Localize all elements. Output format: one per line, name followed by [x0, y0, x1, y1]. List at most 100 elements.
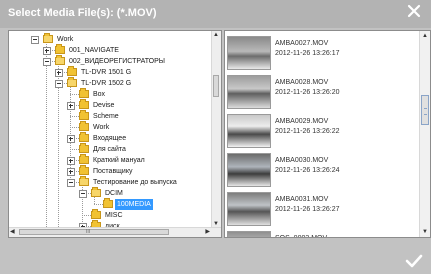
tree-item[interactable]: 002_ВИДЕОРЕГИСТРАТОРЫ — [9, 55, 209, 67]
folder-icon — [79, 132, 89, 142]
select-media-dialog: Select Media File(s): (*.MOV) Work 001_NA… — [0, 0, 431, 274]
expand-icon[interactable] — [67, 168, 75, 176]
file-date: 2012-11-26 13:26:22 — [275, 128, 340, 135]
tree-item-label: Тестирование до выпуска — [93, 179, 177, 186]
media-file-item[interactable]: AMBA0030.MOV 2012-11-26 13:26:24 — [227, 151, 407, 191]
video-thumbnail — [227, 231, 271, 237]
tree-item-label: 001_NAVIGATE — [69, 47, 119, 54]
file-date: 2012-11-26 13:26:20 — [275, 89, 340, 96]
video-thumbnail — [227, 192, 271, 226]
tree-item-label: Входящее — [93, 135, 127, 142]
media-file-item[interactable]: AMBA0031.MOV 2012-11-26 13:26:27 — [227, 190, 407, 230]
video-thumbnail — [227, 153, 271, 187]
folder-icon — [103, 198, 113, 208]
tree-item-label: Поставщику — [93, 168, 133, 175]
tree-item[interactable]: Box — [9, 88, 209, 100]
folder-icon — [91, 209, 101, 219]
tree-guide-line — [58, 237, 67, 238]
dialog-title: Select Media File(s): (*.MOV) — [8, 7, 157, 19]
tree-horizontal-scrollbar[interactable]: ◀ III ▶ — [9, 227, 221, 237]
folder-icon — [79, 154, 89, 164]
media-file-list[interactable]: AMBA0027.MOV 2012-11-26 13:26:17 AMBA0028.… — [224, 30, 431, 238]
expand-icon[interactable] — [67, 135, 75, 143]
tree-item-label: Краткий мануал — [93, 157, 145, 164]
scroll-up-arrow-icon[interactable]: ▲ — [213, 32, 219, 38]
tree-item[interactable]: Scheme — [9, 110, 209, 122]
folder-icon — [55, 55, 65, 65]
folder-icon — [79, 165, 89, 175]
tree-vertical-scroll-thumb[interactable] — [213, 75, 219, 97]
folder-tree[interactable]: Work 001_NAVIGATE 002_ВИДЕОРЕГИСТРАТОРЫ TL-… — [8, 30, 222, 238]
expand-icon[interactable] — [67, 157, 75, 165]
scroll-grip-label: III — [86, 229, 91, 235]
media-file-item[interactable]: AMBA0029.MOV 2012-11-26 13:26:22 — [227, 112, 407, 152]
tree-item[interactable]: Тестирование до выпуска — [9, 176, 209, 188]
expand-icon[interactable] — [67, 102, 75, 110]
collapse-icon[interactable] — [55, 80, 63, 88]
media-file-item[interactable]: SOS_0003.MOV2012-11-26 13:26:02 — [227, 229, 407, 237]
tree-item-label: MISC — [105, 212, 123, 219]
tree-guide-line — [82, 215, 91, 216]
tree-item[interactable]: Work — [9, 121, 209, 133]
folder-icon — [79, 110, 89, 120]
tree-item[interactable]: Work — [9, 33, 209, 45]
files-vertical-scrollbar[interactable]: ▲ ▼ — [419, 31, 430, 237]
file-name: AMBA0031.MOV — [275, 196, 329, 203]
tree-item[interactable]: 001_NAVIGATE — [9, 44, 209, 56]
folder-icon — [55, 44, 65, 54]
tree-item[interactable]: Для сайта — [9, 143, 209, 155]
tree-item-label: TL-DVR 1501 G — [81, 69, 132, 76]
expand-icon[interactable] — [55, 69, 63, 77]
tree-guide-line — [70, 127, 79, 128]
tree-guide-line — [70, 94, 79, 95]
tree-guide-line — [94, 204, 103, 205]
media-file-item[interactable]: AMBA0028.MOV 2012-11-26 13:26:20 — [227, 73, 407, 113]
tree-item-label: TL-DVR 1502 G — [81, 80, 132, 87]
file-name: SOS_0003.MOV — [275, 235, 327, 237]
scroll-down-arrow-icon[interactable]: ▼ — [422, 229, 428, 235]
scroll-left-arrow-icon[interactable]: ◀ — [10, 229, 15, 235]
tree-horizontal-scroll-thumb[interactable]: III — [19, 229, 169, 235]
tree-item[interactable]: Входящее — [9, 132, 209, 144]
folder-icon — [79, 176, 89, 186]
file-name: AMBA0028.MOV — [275, 79, 329, 86]
video-thumbnail — [227, 36, 271, 70]
folder-icon — [79, 99, 89, 109]
checkmark-icon[interactable] — [405, 254, 423, 268]
scroll-right-arrow-icon[interactable]: ▶ — [205, 229, 210, 235]
tree-item[interactable]: TL-DVR 1502 G — [9, 77, 209, 89]
video-thumbnail — [227, 114, 271, 148]
file-date: 2012-11-26 13:26:17 — [275, 50, 340, 57]
tree-item[interactable]: TL-DVR 1501 G — [9, 66, 209, 78]
tree-item[interactable]: 100MEDIA — [9, 198, 209, 210]
folder-icon — [67, 66, 77, 76]
folder-icon — [79, 121, 89, 131]
collapse-icon[interactable] — [31, 36, 39, 44]
collapse-icon[interactable] — [79, 190, 87, 198]
tree-item[interactable]: MISC — [9, 209, 209, 221]
tree-item-label: Box — [93, 91, 106, 98]
tree-item[interactable]: Поставщику — [9, 165, 209, 177]
file-date: 2012-11-26 13:26:24 — [275, 167, 340, 174]
file-name: AMBA0029.MOV — [275, 118, 329, 125]
tree-item-label: Scheme — [93, 113, 119, 120]
tree-guide-line — [70, 116, 79, 117]
collapse-icon[interactable] — [43, 58, 51, 66]
expand-icon[interactable] — [43, 47, 51, 55]
collapse-icon[interactable] — [67, 179, 75, 187]
tree-vertical-scrollbar[interactable]: ▲ ▼ — [211, 31, 221, 228]
tree-item[interactable]: Devise — [9, 99, 209, 111]
file-date: 2012-11-26 13:26:27 — [275, 206, 340, 213]
files-vertical-scroll-thumb[interactable] — [421, 95, 429, 125]
folder-icon — [67, 77, 77, 87]
close-icon[interactable] — [407, 4, 421, 18]
folder-icon — [79, 88, 89, 98]
tree-item-label: 002_ВИДЕОРЕГИСТРАТОРЫ — [69, 58, 165, 65]
tree-item-label: Для сайта — [93, 146, 126, 153]
folder-icon — [91, 187, 101, 197]
scroll-up-arrow-icon[interactable]: ▲ — [422, 33, 428, 39]
media-file-item[interactable]: AMBA0027.MOV 2012-11-26 13:26:17 — [227, 34, 407, 74]
tree-item[interactable]: Краткий мануал — [9, 154, 209, 166]
tree-item-label: 100MEDIA — [115, 199, 153, 210]
dialog-titlebar: Select Media File(s): (*.MOV) — [0, 0, 431, 28]
